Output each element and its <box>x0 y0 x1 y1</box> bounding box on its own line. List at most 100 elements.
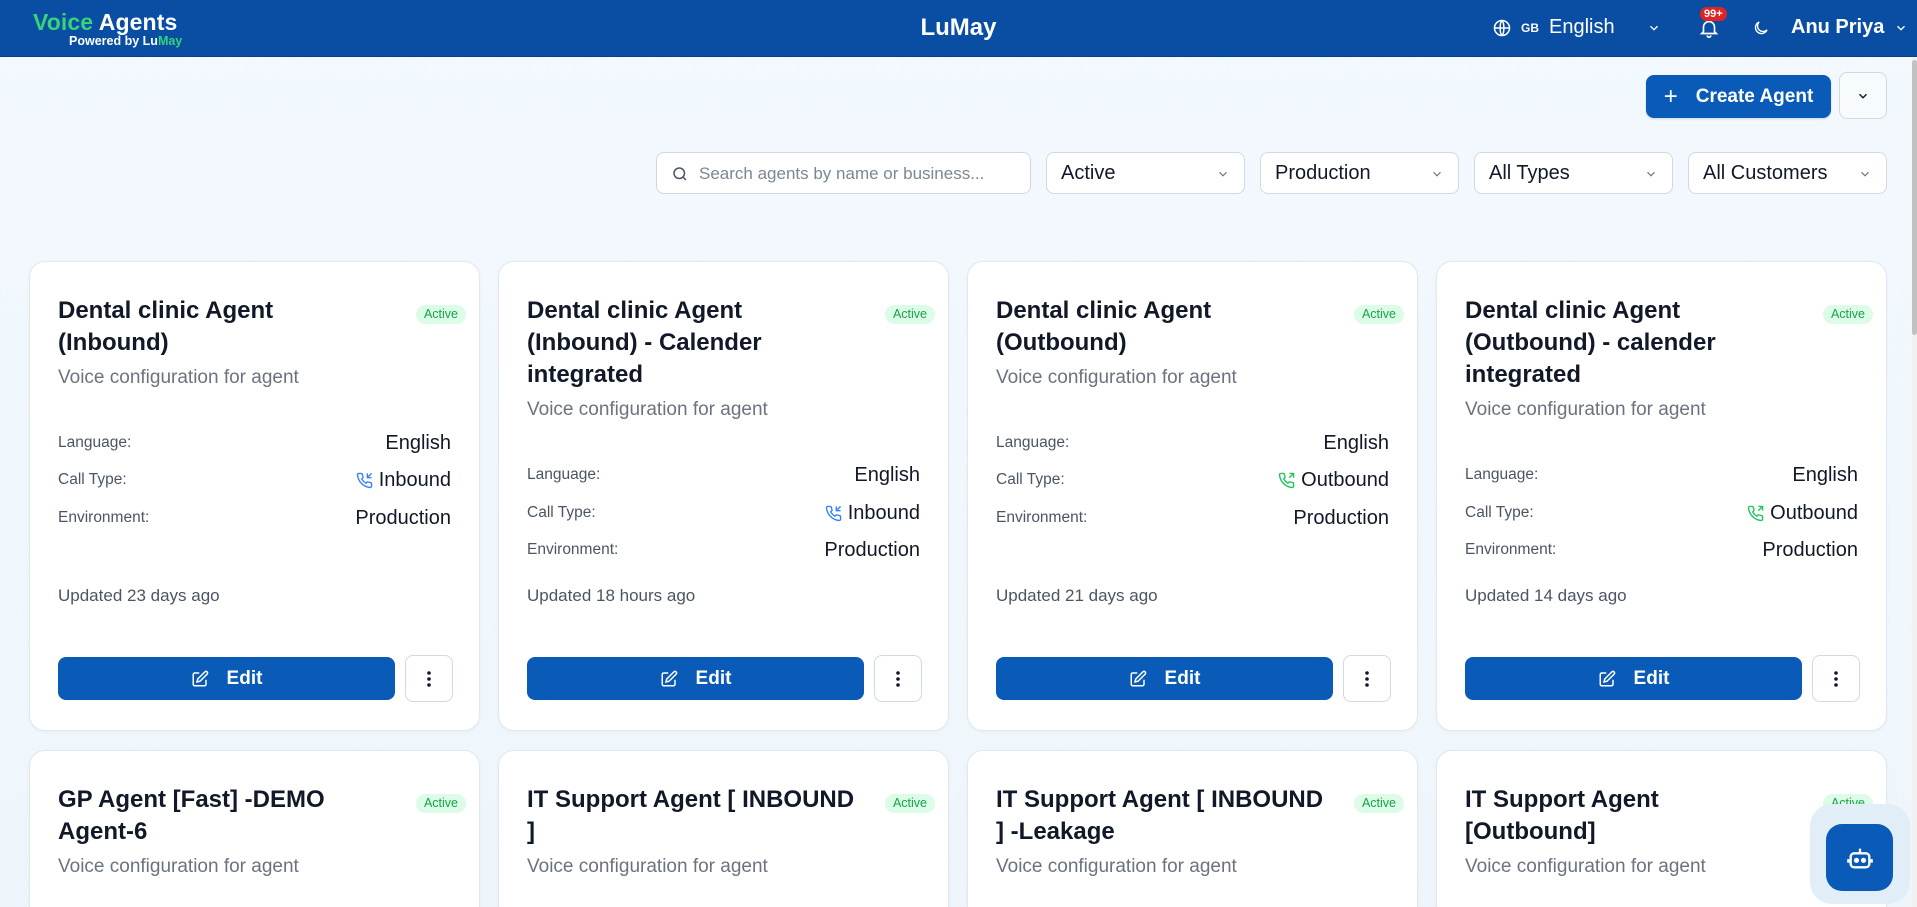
phone-outgoing-icon <box>1747 505 1764 522</box>
chevron-down-icon <box>1859 93 1867 99</box>
environment-label: Environment: <box>1465 541 1557 558</box>
call-type-value: Outbound <box>1747 502 1858 525</box>
vertical-dots-icon <box>427 670 431 687</box>
customer-filter-value: All Customers <box>1703 161 1828 184</box>
chevron-down-icon <box>1650 25 1658 31</box>
agent-description: Voice configuration for agent <box>58 367 299 388</box>
search-icon <box>673 167 687 181</box>
create-agent-label: Create Agent <box>1695 85 1814 107</box>
language-row: Language: English <box>996 430 1389 456</box>
more-options-button[interactable] <box>874 655 922 702</box>
brand-lu-text: Lu <box>142 34 158 48</box>
brand-logo[interactable]: Voice Agents Powered by LuMay <box>33 10 182 48</box>
type-filter-select[interactable]: All Types <box>1474 152 1673 194</box>
pencil-square-icon <box>1599 670 1615 686</box>
agent-title: Dental clinic Agent (Outbound) <box>996 297 1212 356</box>
language-label: Language: <box>527 466 601 483</box>
search-input[interactable] <box>699 159 1019 189</box>
environment-value: Production <box>824 539 920 561</box>
chevron-down-icon <box>1897 25 1906 31</box>
agent-title: Dental clinic Agent (Inbound) - Calender… <box>527 297 762 388</box>
status-badge: Active <box>1353 794 1404 813</box>
pencil-square-icon <box>1130 670 1146 686</box>
environment-value: Production <box>355 507 451 529</box>
more-options-button[interactable] <box>1812 655 1860 702</box>
bot-icon <box>1846 848 1873 868</box>
language-code: GB <box>1521 20 1539 35</box>
language-row: Language: English <box>1465 462 1858 488</box>
moon-icon[interactable] <box>1752 19 1770 37</box>
phone-incoming-icon <box>356 472 372 489</box>
edit-button[interactable]: Edit <box>527 657 864 700</box>
language-value: English <box>385 432 451 454</box>
create-agent-dropdown-button[interactable] <box>1839 72 1887 119</box>
agent-card[interactable]: Dental clinic Agent (Outbound) - calende… <box>1436 261 1887 731</box>
brand-agents-text: Agents <box>98 9 178 35</box>
agent-description: Voice configuration for agent <box>527 856 768 877</box>
updated-time: Updated 21 days ago <box>996 586 1158 605</box>
edit-label: Edit <box>695 667 732 689</box>
more-options-button[interactable] <box>405 655 453 702</box>
customer-filter-select[interactable]: All Customers <box>1688 152 1887 194</box>
pencil-square-icon <box>192 670 208 686</box>
call-type-row: Call Type: Outbound <box>996 467 1389 493</box>
agent-card[interactable]: IT Support Agent [ INBOUND ] -Leakage Ac… <box>967 750 1418 907</box>
edit-label: Edit <box>1633 667 1670 689</box>
chevron-down-icon <box>1219 171 1227 177</box>
user-menu[interactable]: Anu Priya <box>1791 16 1908 39</box>
brand-may-text: May <box>157 34 183 48</box>
agent-card[interactable]: Dental clinic Agent (Inbound) Active Voi… <box>29 261 480 731</box>
call-type-label: Call Type: <box>58 471 127 488</box>
agent-description: Voice configuration for agent <box>996 856 1237 877</box>
status-badge: Active <box>884 794 935 813</box>
agent-card[interactable]: Dental clinic Agent (Inbound) - Calender… <box>498 261 949 731</box>
edit-label: Edit <box>1164 667 1201 689</box>
type-filter-value: All Types <box>1489 161 1570 184</box>
call-type-row: Call Type: Outbound <box>1465 500 1858 526</box>
call-type-value: Inbound <box>356 469 451 492</box>
chevron-down-icon <box>1433 171 1441 177</box>
chevron-down-icon <box>1861 171 1869 177</box>
app-title: LuMay <box>920 14 997 41</box>
status-filter-select[interactable]: Active <box>1046 152 1245 194</box>
call-type-text: Inbound <box>378 469 451 491</box>
agent-title: IT Support Agent [ INBOUND ] <box>527 786 855 845</box>
environment-value: Production <box>1762 539 1858 561</box>
agent-card[interactable]: Dental clinic Agent (Outbound) Active Vo… <box>967 261 1418 731</box>
page-scrollbar-thumb[interactable] <box>1912 60 1917 335</box>
environment-label: Environment: <box>58 509 150 526</box>
brand-voice-text: Voice <box>33 9 94 35</box>
more-options-button[interactable] <box>1343 655 1391 702</box>
assistant-chat-inner <box>1826 824 1893 891</box>
environment-value: Production <box>1293 507 1389 529</box>
updated-time: Updated 14 days ago <box>1465 586 1627 605</box>
environment-row: Environment: Production <box>527 537 920 563</box>
search-box <box>656 152 1031 194</box>
agent-title: Dental clinic Agent (Outbound) - calende… <box>1465 297 1716 388</box>
pencil-square-icon <box>661 670 677 686</box>
assistant-chat-button[interactable] <box>1810 804 1910 904</box>
status-filter-value: Active <box>1061 161 1116 184</box>
create-agent-button[interactable]: + Create Agent <box>1646 75 1831 118</box>
user-name: Anu Priya <box>1791 16 1885 38</box>
vertical-dots-icon <box>1834 670 1838 687</box>
call-type-value: Inbound <box>825 502 920 525</box>
status-badge: Active <box>415 794 466 813</box>
edit-button[interactable]: Edit <box>996 657 1333 700</box>
notification-count-badge: 99+ <box>1700 7 1727 21</box>
agent-description: Voice configuration for agent <box>996 367 1237 388</box>
language-selector[interactable]: GB English <box>1492 16 1658 39</box>
edit-label: Edit <box>226 667 263 689</box>
language-name: English <box>1549 16 1615 38</box>
environment-filter-select[interactable]: Production <box>1260 152 1459 194</box>
edit-button[interactable]: Edit <box>58 657 395 700</box>
language-row: Language: English <box>58 430 451 456</box>
call-type-value: Outbound <box>1278 469 1389 492</box>
edit-button[interactable]: Edit <box>1465 657 1802 700</box>
call-type-text: Outbound <box>1770 502 1858 524</box>
agent-card[interactable]: GP Agent [Fast] -DEMO Agent-6 Active Voi… <box>29 750 480 907</box>
agent-card[interactable]: IT Support Agent [ INBOUND ] Active Voic… <box>498 750 949 907</box>
call-type-label: Call Type: <box>996 471 1065 488</box>
call-type-text: Inbound <box>847 502 920 524</box>
call-type-text: Outbound <box>1301 469 1389 491</box>
